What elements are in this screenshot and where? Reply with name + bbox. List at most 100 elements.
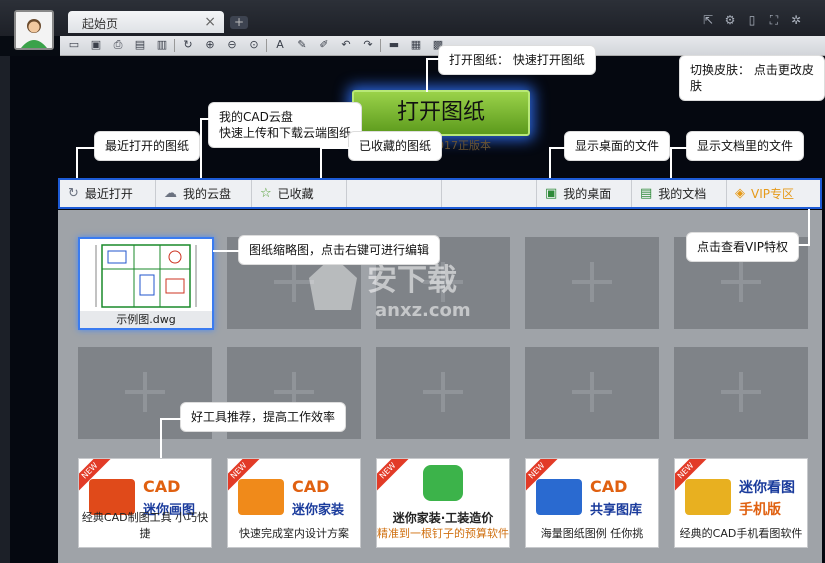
nav-desktop[interactable]: ▣ 我的桌面 bbox=[537, 180, 632, 207]
empty-slot[interactable] bbox=[525, 347, 659, 439]
print-icon[interactable]: ⎙ bbox=[110, 37, 126, 53]
nav-vip-label: VIP专区 bbox=[751, 187, 794, 201]
toolbar-separator bbox=[380, 39, 381, 52]
callout-line bbox=[320, 147, 350, 149]
callout-line bbox=[160, 418, 162, 458]
nav-cloud-label: 我的云盘 bbox=[183, 187, 232, 201]
plus-icon bbox=[572, 372, 612, 412]
mobile-viewer-icon bbox=[685, 479, 731, 515]
user-avatar[interactable] bbox=[14, 10, 54, 50]
callout-line bbox=[426, 58, 428, 92]
callout-documents: 显示文档里的文件 bbox=[686, 131, 805, 161]
open-folder-icon[interactable]: ▭ bbox=[66, 37, 82, 53]
zoom-out-icon[interactable]: ⊖ bbox=[224, 37, 240, 53]
left-edge bbox=[0, 56, 10, 563]
promo-subtitle: 共享图库 bbox=[590, 503, 643, 518]
callout-recent: 最近打开的图纸 bbox=[94, 131, 201, 161]
nav-recent-label: 最近打开 bbox=[84, 187, 133, 201]
settings-cloud-icon[interactable]: ⚙ bbox=[722, 12, 738, 28]
plus-icon bbox=[125, 372, 165, 412]
promo-title: 迷你看图 bbox=[739, 480, 795, 496]
vip-icon: ◈ bbox=[735, 186, 745, 201]
measure-icon[interactable]: ▬ bbox=[386, 37, 402, 53]
plus-icon bbox=[721, 372, 761, 412]
nav-vip[interactable]: ◈ VIP专区 bbox=[727, 180, 820, 207]
text-icon[interactable]: A bbox=[272, 37, 288, 53]
redo-icon[interactable]: ↷ bbox=[360, 37, 376, 53]
gear-icon[interactable]: ✲ bbox=[788, 12, 804, 28]
dwg-library-icon bbox=[536, 479, 582, 515]
promo-title: CAD bbox=[292, 477, 330, 496]
nav-documents[interactable]: ▤ 我的文档 bbox=[632, 180, 727, 207]
promo-title: CAD bbox=[590, 477, 628, 496]
rotate-icon[interactable]: ↻ bbox=[180, 37, 196, 53]
toolbar-separator bbox=[174, 39, 175, 52]
callout-line bbox=[213, 250, 239, 252]
undo-icon[interactable]: ↶ bbox=[338, 37, 354, 53]
nav-desktop-label: 我的桌面 bbox=[563, 187, 612, 201]
promo-mini-draw[interactable]: NEW CAD 迷你画图 经典CAD制图工具 小巧快捷 bbox=[78, 458, 212, 548]
callout-line bbox=[426, 58, 440, 60]
callout-line bbox=[549, 147, 551, 178]
toolbar-separator bbox=[266, 39, 267, 52]
callout-line bbox=[200, 118, 210, 120]
cloud-icon: ☁ bbox=[164, 186, 177, 201]
tab-close-icon[interactable]: × bbox=[204, 14, 216, 30]
promo-desc: 海量图纸图例 任你挑 bbox=[540, 527, 644, 540]
fullscreen-icon[interactable]: ⛶ bbox=[766, 12, 782, 28]
clapper-icon[interactable]: ▦ bbox=[408, 37, 424, 53]
thumbnail-caption: 示例图.dwg bbox=[80, 311, 212, 328]
promo-subtitle: 手机版 bbox=[739, 502, 781, 518]
callout-vip: 点击查看VIP特权 bbox=[686, 232, 799, 262]
callout-line bbox=[792, 244, 810, 246]
new-tab-button[interactable]: + bbox=[230, 16, 248, 29]
callout-line bbox=[76, 147, 78, 178]
promo-desc: 经典的CAD手机看图软件 bbox=[679, 527, 803, 540]
nav-empty-1 bbox=[347, 180, 442, 207]
tab-label: 起始页 bbox=[82, 17, 119, 31]
tab-start-page[interactable]: 起始页 × bbox=[68, 11, 224, 33]
promo-shared-library[interactable]: NEW CAD 共享图库 海量图纸图例 任你挑 bbox=[525, 458, 659, 548]
zoom-in-icon[interactable]: ⊕ bbox=[202, 37, 218, 53]
nav-cloud[interactable]: ☁ 我的云盘 bbox=[156, 180, 252, 207]
empty-slot[interactable] bbox=[376, 347, 510, 439]
callout-line bbox=[200, 118, 202, 178]
open-drawing-button[interactable]: 打开图纸 bbox=[352, 90, 530, 136]
nav-recent[interactable]: ↻ 最近打开 bbox=[60, 180, 156, 207]
callout-line bbox=[670, 147, 688, 149]
cost-estimate-icon bbox=[423, 465, 463, 501]
nav-favorites[interactable]: ☆ 已收藏 bbox=[252, 180, 347, 207]
promo-subtitle: 迷你家装 bbox=[292, 503, 345, 518]
callout-thumbnail: 图纸缩略图，点击右键可进行编辑 bbox=[238, 235, 441, 265]
highlighter-icon[interactable]: ✐ bbox=[316, 37, 332, 53]
plus-icon bbox=[572, 262, 612, 302]
pen-icon[interactable]: ✎ bbox=[294, 37, 310, 53]
promo-cost-estimate[interactable]: NEW 迷你家装·工装造价 精准到一根钉子的预算软件 bbox=[376, 458, 510, 548]
refresh-icon: ↻ bbox=[68, 186, 79, 201]
empty-slot[interactable] bbox=[674, 347, 808, 439]
callout-line bbox=[808, 209, 810, 245]
callout-desktop: 显示桌面的文件 bbox=[564, 131, 671, 161]
callout-favorites: 已收藏的图纸 bbox=[348, 131, 443, 161]
zoom-window-icon[interactable]: ⊙ bbox=[246, 37, 262, 53]
promo-desc: 快速完成室内设计方案 bbox=[239, 527, 349, 540]
floorplan-thumbnail-image bbox=[95, 244, 197, 308]
plus-icon bbox=[721, 262, 761, 302]
svg-text:anxz.com: anxz.com bbox=[375, 300, 471, 321]
callout-line bbox=[670, 147, 672, 178]
share-icon[interactable]: ⇱ bbox=[700, 12, 716, 28]
lock-icon[interactable]: ▥ bbox=[154, 37, 170, 53]
promo-mini-home[interactable]: NEW CAD 迷你家装 快速完成室内设计方案 bbox=[227, 458, 361, 548]
nav-favorites-label: 已收藏 bbox=[277, 187, 314, 201]
document-icon: ▤ bbox=[640, 186, 653, 201]
empty-slot[interactable] bbox=[525, 237, 659, 329]
svg-text:安下载: 安下载 bbox=[367, 263, 457, 298]
save-icon[interactable]: ▣ bbox=[88, 37, 104, 53]
drawing-thumbnail[interactable]: 示例图.dwg bbox=[78, 237, 214, 330]
callout-line bbox=[549, 147, 566, 149]
promo-desc: 精准到一根钉子的预算软件 bbox=[377, 527, 509, 540]
callout-line bbox=[76, 147, 96, 149]
mobile-icon[interactable]: ▯ bbox=[744, 12, 760, 28]
promo-mobile-viewer[interactable]: NEW 迷你看图 手机版 经典的CAD手机看图软件 bbox=[674, 458, 808, 548]
print-preview-icon[interactable]: ▤ bbox=[132, 37, 148, 53]
